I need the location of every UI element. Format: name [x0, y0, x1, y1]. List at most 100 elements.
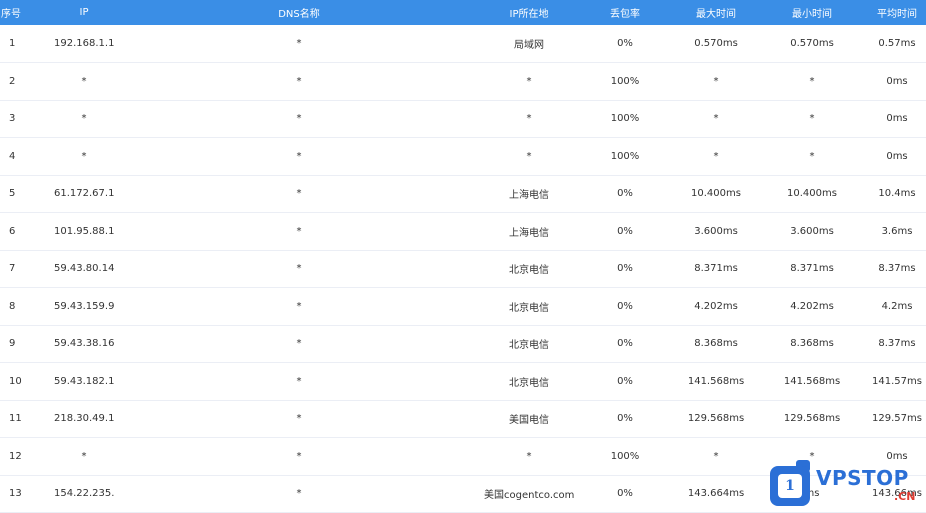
cell-avg-time: 141.57ms: [872, 375, 922, 387]
cell-ip: 59.43.159.98: [54, 300, 114, 312]
cell-loss: 0%: [617, 263, 633, 275]
cell-location: 上海电信: [509, 190, 549, 202]
cell-seq: 10: [9, 375, 22, 387]
cell-dns: *: [296, 375, 302, 387]
cell-avg-time: 129.57ms: [872, 413, 922, 425]
cell-avg-time: 8.37ms: [878, 338, 916, 350]
cell-min-time: 3.600ms: [790, 225, 834, 237]
cell-location: *: [526, 75, 532, 87]
cell-ip: 59.43.38.166: [54, 338, 114, 350]
cell-loss: 0%: [617, 488, 633, 500]
cell-min-time: *: [809, 150, 815, 162]
cell-dns: *: [296, 450, 302, 462]
cell-avg-time: 3.6ms: [881, 225, 913, 237]
cell-seq: 4: [9, 150, 16, 162]
cell-max-time: *: [713, 75, 719, 87]
table-row: 8 59.43.159.98 * 北京电信 0% 4.202ms 4.202ms 4.2ms: [0, 288, 926, 325]
cell-avg-time: 0ms: [886, 113, 908, 125]
cell-min-time: *: [809, 75, 815, 87]
cell-location: 北京电信: [509, 265, 549, 277]
header-max-time[interactable]: 最大时间: [676, 0, 756, 25]
cell-dns: *: [296, 188, 302, 200]
cell-dns: *: [296, 263, 302, 275]
cell-ip: *: [81, 450, 87, 462]
cell-avg-time: 0.57ms: [878, 38, 916, 49]
cell-seq: 13: [9, 488, 22, 500]
cell-location: *: [526, 150, 532, 162]
cell-seq: 9: [9, 338, 16, 350]
cell-loss: 0%: [617, 338, 633, 350]
cell-location: 北京电信: [509, 340, 549, 352]
header-seq[interactable]: 序号: [0, 0, 54, 25]
cell-max-time: *: [713, 150, 719, 162]
cell-loss: 0%: [617, 38, 633, 49]
header-dns[interactable]: DNS名称: [114, 0, 484, 25]
cell-min-time: 8.368ms: [790, 338, 834, 350]
cell-max-time: *: [713, 450, 719, 462]
cell-max-time: 3.600ms: [694, 225, 738, 237]
cell-avg-time: 0ms: [886, 75, 908, 87]
cell-min-time: 8.371ms: [790, 263, 834, 275]
cell-loss: 0%: [617, 300, 633, 312]
cell-max-time: 141.568ms: [687, 375, 745, 387]
cell-min-time: 10.400ms: [787, 188, 837, 200]
table-row: 7 59.43.80.142 * 北京电信 0% 8.371ms 8.371ms 8.37ms: [0, 250, 926, 288]
cell-avg-time: 8.37ms: [878, 263, 916, 275]
table-row: 3 * * * 100% * * 0ms: [0, 100, 926, 138]
header-ip[interactable]: IP: [54, 0, 114, 25]
cell-seq: 6: [9, 225, 16, 237]
cell-ip: 101.95.88.142: [54, 225, 114, 237]
cell-location: 美国电信: [509, 415, 549, 427]
cell-ip: 218.30.49.146: [54, 413, 114, 425]
cell-loss: 100%: [610, 113, 640, 125]
cell-dns: *: [296, 113, 302, 125]
table-row: 5 61.172.67.173 * 上海电信 0% 10.400ms 10.400ms 10.…: [0, 175, 926, 213]
watermark-text: VPSTOP: [816, 466, 909, 490]
cell-location: 局域网: [514, 40, 544, 51]
cell-min-time: 141.568ms: [783, 375, 841, 387]
cell-loss: 0%: [617, 188, 633, 200]
cell-max-time: 143.664ms: [687, 488, 745, 500]
header-location[interactable]: IP所在地: [484, 0, 574, 25]
cell-seq: 1: [9, 38, 16, 49]
vpstop-watermark: 1 VPSTOP .CN: [770, 460, 926, 511]
cell-location: 上海电信: [509, 227, 549, 239]
cell-seq: 11: [9, 413, 22, 425]
cell-avg-time: 10.4ms: [878, 188, 916, 200]
table-body: 1 192.168.1.1 * 局域网 0% 0.570ms 0.570ms 0.57ms 2 *…: [0, 25, 926, 513]
cell-min-time: 0.570ms: [790, 38, 834, 49]
cell-avg-time: 0ms: [886, 150, 908, 162]
cell-seq: 8: [9, 300, 16, 312]
cell-dns: *: [296, 150, 302, 162]
watermark-badge-inner: 1: [778, 474, 802, 498]
cell-min-time: 129.568ms: [783, 413, 841, 425]
header-loss[interactable]: 丢包率: [574, 0, 676, 25]
cell-max-time: 4.202ms: [694, 300, 738, 312]
cell-location: 美国cogentco.com: [484, 490, 574, 502]
cell-location: *: [526, 450, 532, 462]
cell-ip: 154.22.235.75: [54, 488, 114, 500]
cell-seq: 2: [9, 75, 16, 87]
cell-max-time: 129.568ms: [687, 413, 745, 425]
cell-dns: *: [296, 225, 302, 237]
header-min-time[interactable]: 最小时间: [756, 0, 868, 25]
cell-max-time: 0.570ms: [694, 38, 738, 49]
cell-seq: 5: [9, 188, 16, 200]
cell-dns: *: [296, 75, 302, 87]
cell-ip: 59.43.80.142: [54, 263, 114, 275]
table-row: 2 * * * 100% * * 0ms: [0, 63, 926, 100]
traceroute-table: 序号 IP DNS名称 IP所在地 丢包率 最大时间 最小时间 平均时间 1 19…: [0, 0, 926, 513]
cell-loss: 100%: [610, 150, 640, 162]
cell-dns: *: [296, 413, 302, 425]
cell-seq: 7: [9, 263, 16, 275]
cell-dns: *: [296, 488, 302, 500]
cell-max-time: 10.400ms: [691, 188, 741, 200]
table-row: 1 192.168.1.1 * 局域网 0% 0.570ms 0.570ms 0.57ms: [0, 25, 926, 63]
cell-max-time: *: [713, 113, 719, 125]
cell-ip: *: [81, 113, 87, 125]
cell-avg-time: 4.2ms: [881, 300, 913, 312]
cell-ip: 192.168.1.1: [54, 38, 114, 49]
header-avg-time[interactable]: 平均时间: [868, 0, 926, 25]
table-row: 9 59.43.38.166 * 北京电信 0% 8.368ms 8.368ms 8.37ms: [0, 325, 926, 363]
cell-seq: 12: [9, 450, 22, 462]
